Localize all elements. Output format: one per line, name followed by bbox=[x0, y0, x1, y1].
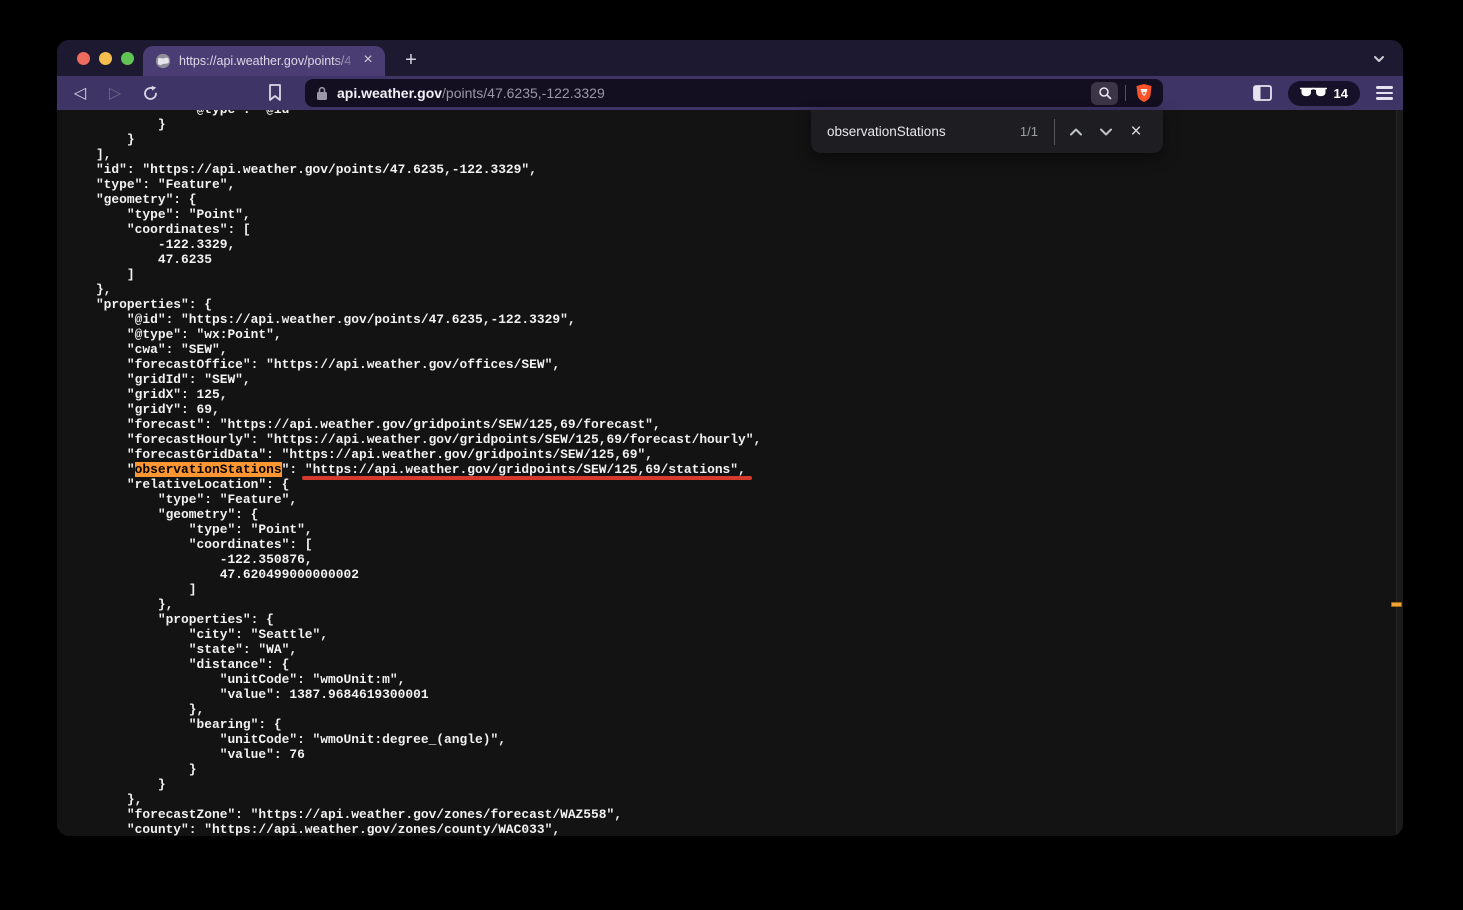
json-line: ] bbox=[65, 582, 1403, 597]
hamburger-menu-icon[interactable] bbox=[1376, 86, 1393, 99]
json-line: "forecastZone": "https://api.weather.gov… bbox=[65, 807, 1403, 822]
bookmark-icon[interactable] bbox=[268, 83, 282, 102]
tab-search-chevron-icon[interactable] bbox=[1371, 52, 1389, 66]
json-line: "@type": "wx:Point", bbox=[65, 327, 1403, 342]
find-scrollbar-marker-icon bbox=[1391, 602, 1402, 607]
url-bar-actions bbox=[1091, 82, 1155, 105]
find-close-button[interactable]: × bbox=[1121, 117, 1151, 147]
json-line: "type": "Point", bbox=[65, 207, 1403, 222]
json-line: }, bbox=[65, 792, 1403, 807]
json-line: "bearing": { bbox=[65, 717, 1403, 732]
url-domain: api.weather.gov bbox=[337, 85, 442, 101]
json-line: "coordinates": [ bbox=[65, 537, 1403, 552]
json-line: "unitCode": "wmoUnit:m", bbox=[65, 672, 1403, 687]
json-line: "cwa": "SEW", bbox=[65, 342, 1403, 357]
tab-close-icon[interactable]: × bbox=[359, 52, 377, 70]
json-line: "forecast": "https://api.weather.gov/gri… bbox=[65, 417, 1403, 432]
new-tab-button[interactable]: + bbox=[399, 49, 423, 73]
json-line: "gridY": 69, bbox=[65, 402, 1403, 417]
chevron-up-icon bbox=[1069, 127, 1083, 137]
toolbar: ◁ ▷ api.weather.gov/points/47.6235, bbox=[57, 76, 1403, 110]
json-line: "forecastHourly": "https://api.weather.g… bbox=[65, 432, 1403, 447]
json-line: "properties": { bbox=[65, 612, 1403, 627]
json-line: } bbox=[65, 117, 1403, 132]
find-in-page-bar[interactable]: observationStations 1/1 × bbox=[811, 110, 1163, 153]
json-response-text: "@type": "@id" } } ], "id": "https://api… bbox=[57, 110, 1403, 836]
json-line: "value": 1387.9684619300001 bbox=[65, 687, 1403, 702]
json-line: "forecastOffice": "https://api.weather.g… bbox=[65, 357, 1403, 372]
json-line: "distance": { bbox=[65, 657, 1403, 672]
browser-window: https://api.weather.gov/points/4 × + ◁ ▷ bbox=[57, 40, 1403, 836]
active-tab[interactable]: https://api.weather.gov/points/4 × bbox=[143, 46, 385, 76]
find-match-count: 1/1 bbox=[1020, 124, 1038, 139]
url-bar[interactable]: api.weather.gov/points/47.6235,-122.3329 bbox=[305, 79, 1163, 107]
url-path: /points/47.6235,-122.3329 bbox=[442, 85, 605, 101]
find-bar-divider bbox=[1054, 119, 1055, 145]
json-line: "city": "Seattle", bbox=[65, 627, 1403, 642]
reload-button[interactable] bbox=[139, 82, 161, 104]
tab-title-fade bbox=[333, 54, 359, 68]
json-line: "type": "Feature", bbox=[65, 177, 1403, 192]
json-line: "@id": "https://api.weather.gov/points/4… bbox=[65, 312, 1403, 327]
json-line: "observationStations": "https://api.weat… bbox=[65, 462, 1403, 477]
find-on-page-button[interactable] bbox=[1091, 82, 1118, 105]
minimize-window-button[interactable] bbox=[99, 52, 112, 65]
forward-button: ▷ bbox=[104, 82, 126, 104]
brave-shield-icon[interactable] bbox=[1133, 82, 1155, 104]
json-line: -122.3329, bbox=[65, 237, 1403, 252]
json-line: "type": "Point", bbox=[65, 522, 1403, 537]
window-controls bbox=[77, 52, 134, 65]
tab-strip: https://api.weather.gov/points/4 × + bbox=[57, 40, 1403, 76]
sidebar-panel-icon[interactable] bbox=[1253, 85, 1272, 101]
find-previous-button[interactable] bbox=[1061, 117, 1091, 147]
json-line: "@type": "@id" bbox=[65, 110, 1403, 117]
json-line: 47.620499000000002 bbox=[65, 567, 1403, 582]
json-line: }, bbox=[65, 702, 1403, 717]
json-line: "coordinates": [ bbox=[65, 222, 1403, 237]
json-line: "state": "WA", bbox=[65, 642, 1403, 657]
magnifier-icon bbox=[1098, 86, 1112, 100]
page-content[interactable]: "@type": "@id" } } ], "id": "https://api… bbox=[57, 110, 1403, 836]
zoom-window-button[interactable] bbox=[121, 52, 134, 65]
json-line: "properties": { bbox=[65, 297, 1403, 312]
json-line: "value": 76 bbox=[65, 747, 1403, 762]
json-line: } bbox=[65, 777, 1403, 792]
json-line: "id": "https://api.weather.gov/points/47… bbox=[65, 162, 1403, 177]
url-bar-separator bbox=[1125, 85, 1126, 101]
tab-title: https://api.weather.gov/points/4 bbox=[179, 54, 359, 68]
sunglasses-icon bbox=[1300, 87, 1327, 99]
json-line: "type": "Feature", bbox=[65, 492, 1403, 507]
json-line: }, bbox=[65, 597, 1403, 612]
json-line: } bbox=[65, 762, 1403, 777]
nav-buttons: ◁ ▷ bbox=[69, 76, 161, 110]
json-line: "gridX": 125, bbox=[65, 387, 1403, 402]
json-line: -122.350876, bbox=[65, 552, 1403, 567]
blocked-count: 14 bbox=[1334, 86, 1348, 101]
red-underline-annotation: "https://api.weather.gov/gridpoints/SEW/… bbox=[305, 462, 746, 477]
find-match-highlight: observationStations bbox=[135, 462, 282, 477]
url-text: api.weather.gov/points/47.6235,-122.3329 bbox=[337, 85, 605, 101]
scrollbar-track[interactable] bbox=[1396, 110, 1403, 836]
json-line: "geometry": { bbox=[65, 192, 1403, 207]
back-button[interactable]: ◁ bbox=[69, 82, 91, 104]
json-line: }, bbox=[65, 282, 1403, 297]
json-line: 47.6235 bbox=[65, 252, 1403, 267]
json-line: } bbox=[65, 132, 1403, 147]
find-next-button[interactable] bbox=[1091, 117, 1121, 147]
json-line: "county": "https://api.weather.gov/zones… bbox=[65, 822, 1403, 836]
find-query-input[interactable]: observationStations bbox=[827, 124, 946, 139]
json-line: ], bbox=[65, 147, 1403, 162]
lock-icon[interactable] bbox=[316, 86, 328, 101]
chevron-down-icon bbox=[1099, 127, 1113, 137]
json-line: ] bbox=[65, 267, 1403, 282]
private-window-badge[interactable]: 14 bbox=[1288, 81, 1360, 106]
json-line: "geometry": { bbox=[65, 507, 1403, 522]
close-window-button[interactable] bbox=[77, 52, 90, 65]
toolbar-right: 14 bbox=[1253, 76, 1393, 110]
json-line: "unitCode": "wmoUnit:degree_(angle)", bbox=[65, 732, 1403, 747]
json-line: "forecastGridData": "https://api.weather… bbox=[65, 447, 1403, 462]
globe-icon bbox=[155, 53, 171, 69]
json-line: "gridId": "SEW", bbox=[65, 372, 1403, 387]
